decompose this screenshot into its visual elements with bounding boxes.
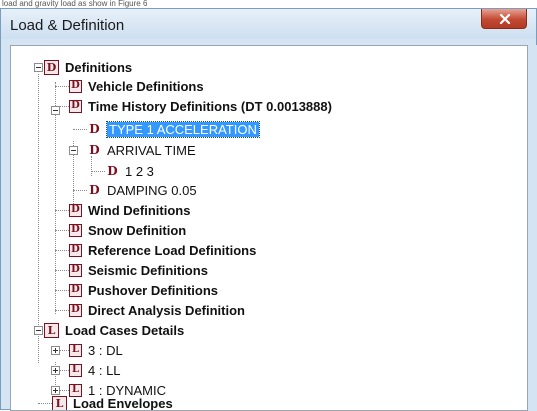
load-icon: L (52, 395, 67, 410)
definition-icon: D (89, 183, 100, 197)
definition-icon: D (69, 223, 82, 237)
tree-line (91, 156, 92, 176)
tree-node-label: Load Envelopes (73, 395, 173, 411)
tree-node-label: 1 2 3 (125, 163, 154, 179)
definition-icon: D (89, 143, 100, 157)
definition-icon: D (69, 283, 82, 297)
definition-icon: D (44, 59, 59, 75)
tree-node-label: Pushover Definitions (88, 282, 219, 298)
load-icon: L (44, 322, 59, 338)
tree-node-label: 4 : LL (88, 362, 121, 378)
tree-node-definitions[interactable]: D Definitions (44, 58, 132, 76)
tree-node-arrival-values[interactable]: D 1 2 3 (106, 162, 154, 180)
tree-node-direct-analysis-definition[interactable]: D Direct Analysis Definition (69, 301, 245, 319)
close-button[interactable] (481, 9, 527, 29)
background-text-fragment: load and gravity load as show in Figure … (0, 0, 537, 8)
definition-icon: D (69, 243, 82, 257)
tree-node-label-selected: TYPE 1 ACCELERATION (106, 120, 260, 138)
tree-line (55, 82, 56, 314)
collapse-toggle[interactable] (69, 146, 78, 155)
expand-toggle[interactable] (51, 366, 60, 375)
tree-line (59, 370, 69, 371)
tree-line (55, 250, 69, 251)
tree-node-label: Snow Definition (88, 222, 187, 238)
tree-node-label: Direct Analysis Definition (88, 302, 245, 318)
definition-icon: D (69, 203, 82, 217)
definition-icon: D (89, 122, 100, 136)
definition-icon: D (107, 164, 118, 178)
tree-node-label: Time History Definitions (DT 0.0013888) (88, 98, 332, 114)
title-bar[interactable]: Load & Definition (1, 9, 536, 39)
tree-line (55, 210, 69, 211)
collapse-toggle[interactable] (34, 326, 43, 335)
tree-node-vehicle-definitions[interactable]: D Vehicle Definitions (69, 77, 204, 95)
collapse-toggle[interactable] (34, 63, 43, 72)
definition-icon: D (69, 99, 82, 113)
tree-line (55, 290, 69, 291)
tree-node-label: Seismic Definitions (88, 262, 208, 278)
tree-node-load-envelopes[interactable]: L Load Envelopes (52, 394, 173, 411)
tree-node-pushover-definitions[interactable]: D Pushover Definitions (69, 281, 218, 299)
tree-node-damping[interactable]: D DAMPING 0.05 (88, 181, 197, 199)
tree-node-wind-definitions[interactable]: D Wind Definitions (69, 201, 190, 219)
definition-icon: D (69, 303, 82, 317)
definition-icon: D (69, 263, 82, 277)
tree-line (38, 403, 52, 404)
tree-node-seismic-definitions[interactable]: D Seismic Definitions (69, 261, 208, 279)
tree-line (38, 74, 39, 363)
load-definition-tree[interactable]: D Definitions D Vehicle Definitions D Ti… (10, 45, 528, 411)
dialog-frame-edge (528, 45, 537, 411)
tree-node-load-case-ll[interactable]: L 4 : LL (69, 361, 121, 379)
tree-node-load-case-dl[interactable]: L 3 : DL (69, 341, 123, 359)
tree-node-label: Reference Load Definitions (88, 242, 257, 258)
tree-line (91, 171, 105, 172)
tree-node-label: Load Cases Details (65, 322, 185, 338)
load-icon: L (69, 363, 82, 377)
tree-node-snow-definition[interactable]: D Snow Definition (69, 221, 186, 239)
tree-node-reference-load-definitions[interactable]: D Reference Load Definitions (69, 241, 256, 259)
tree-node-load-cases-details[interactable]: L Load Cases Details (44, 321, 184, 339)
tree-line (59, 390, 69, 391)
load-definition-dialog: Load & Definition D Definitions D Vehicl… (0, 8, 537, 411)
tree-node-type-1-acceleration[interactable]: D TYPE 1 ACCELERATION (88, 120, 260, 138)
load-icon: L (69, 343, 82, 357)
tree-node-label: Definitions (65, 59, 133, 75)
close-icon (499, 13, 511, 25)
tree-line (55, 310, 69, 311)
tree-node-label: Vehicle Definitions (88, 78, 204, 94)
tree-node-time-history-definitions[interactable]: D Time History Definitions (DT 0.0013888… (69, 97, 332, 115)
tree-line (55, 230, 69, 231)
tree-node-label: 3 : DL (88, 342, 123, 358)
tree-node-label: DAMPING 0.05 (107, 182, 197, 198)
expand-toggle[interactable] (51, 346, 60, 355)
tree-line (73, 190, 87, 191)
tree-node-arrival-time[interactable]: D ARRIVAL TIME (88, 141, 196, 159)
tree-line (55, 86, 69, 87)
tree-line (55, 270, 69, 271)
tree-line (59, 350, 69, 351)
tree-line (73, 129, 87, 130)
tree-node-label: Wind Definitions (88, 202, 191, 218)
definition-icon: D (69, 79, 82, 93)
window-title: Load & Definition (10, 17, 125, 34)
tree-node-label: ARRIVAL TIME (107, 142, 196, 158)
collapse-toggle[interactable] (51, 106, 60, 115)
